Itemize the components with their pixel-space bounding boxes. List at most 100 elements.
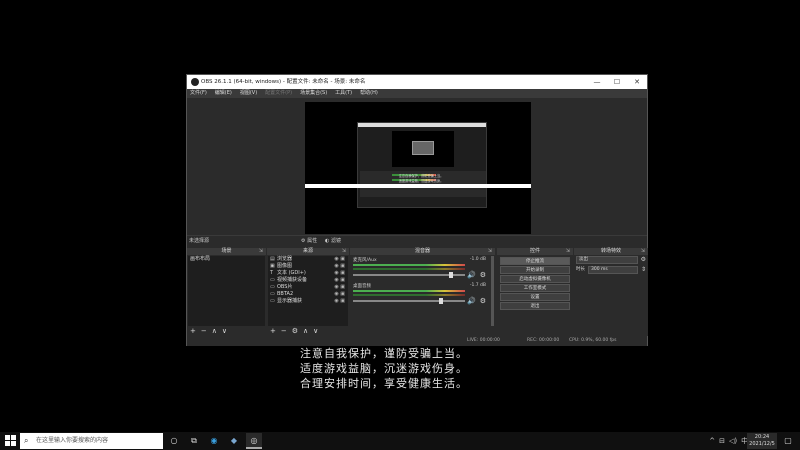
scene-transitions-dock: 转场特效 ⇲ 淡出 ⚙ 时长 300 ms ⇕	[574, 248, 648, 336]
transition-select[interactable]: 淡出	[576, 256, 638, 264]
menu-scene-collection[interactable]: 场景集合(S)	[300, 89, 327, 98]
taskbar-clock[interactable]: 20:24 2021/12/5	[747, 433, 777, 449]
source-item[interactable]: ▭ BBTA2 ◉ ▣	[268, 291, 348, 298]
menu-view[interactable]: 视图(V)	[240, 89, 257, 98]
gear-icon[interactable]: ⚙	[480, 271, 486, 279]
source-item[interactable]: ▭ OBS片 ◉ ▣	[268, 284, 348, 291]
visibility-lock-icons[interactable]: ◉ ▣	[334, 256, 345, 263]
search-placeholder: 在这里输入你要搜索的内容	[36, 437, 109, 444]
nested-obs-capture	[357, 122, 487, 208]
source-name: 浏览器	[277, 256, 293, 262]
windows-start-icon[interactable]	[5, 435, 17, 447]
source-properties-gear-icon[interactable]: ⚙	[292, 327, 298, 336]
maximize-button[interactable]: ☐	[607, 75, 627, 89]
visibility-lock-icons[interactable]: ◉ ▣	[334, 284, 345, 291]
visibility-lock-icons[interactable]: ◉ ▣	[334, 277, 345, 284]
window-title: OBS 26.1.1 (64-bit, windows) - 配置文件: 未命名…	[201, 79, 366, 85]
menu-tools[interactable]: 工具(T)	[335, 89, 352, 98]
taskbar-search-box[interactable]: ⌕ 在这里输入你要搜索的内容	[20, 433, 163, 449]
advisory-line: 注意自我保护，谨防受骗上当。	[300, 347, 468, 360]
start-recording-button[interactable]: 开始录制	[500, 266, 570, 274]
source-item[interactable]: ▣ 图像图 ◉ ▣	[268, 263, 348, 270]
undock-icon[interactable]: ⇲	[641, 248, 645, 255]
scene-item[interactable]: 画布布局	[188, 256, 265, 263]
undock-icon[interactable]: ⇲	[488, 248, 492, 255]
mixer-track-mic: 麦克风/Aux -1.0 dB 🔊 ⚙	[350, 256, 490, 282]
volume-slider[interactable]	[353, 298, 465, 304]
remove-source-button[interactable]: −	[281, 327, 287, 336]
add-source-button[interactable]: +	[270, 327, 276, 336]
volume-slider[interactable]	[353, 272, 465, 278]
menu-file[interactable]: 文件(F)	[190, 89, 207, 98]
source-name: BBTA2	[277, 291, 294, 297]
source-item[interactable]: T 文本 (GDI+) ◉ ▣	[268, 270, 348, 277]
chevron-up-icon[interactable]: ^	[709, 432, 715, 450]
undock-icon[interactable]: ⇲	[259, 248, 263, 255]
network-icon[interactable]: ⊟	[719, 432, 725, 450]
obs-window: OBS 26.1.1 (64-bit, windows) - 配置文件: 未命名…	[186, 74, 648, 346]
advisory-line: 合理安排时间，享受健康生活。	[300, 377, 468, 390]
mixer-dock-title: 混音器	[414, 248, 430, 254]
visibility-lock-icons[interactable]: ◉ ▣	[334, 263, 345, 270]
menu-bar: 文件(F) 编辑(E) 视图(V) 配置文件(P) 场景集合(S) 工具(T) …	[187, 89, 647, 98]
menu-help[interactable]: 帮助(H)	[360, 89, 378, 98]
source-name: 文本 (GDI+)	[277, 270, 306, 276]
volume-meter	[353, 264, 465, 266]
speaker-icon[interactable]: 🔊	[467, 271, 476, 279]
transition-gear-icon[interactable]: ⚙	[641, 255, 646, 265]
track-name: 麦克风/Aux	[353, 258, 377, 263]
preview-canvas[interactable]: 注意自我保护，谨防受骗上当。 适度游戏益脑，沉迷游戏伤身。 合理安排时间，享受健…	[305, 102, 531, 234]
sources-dock: 来源 ⇲ ▤ 浏览器 ◉ ▣ ▣ 图像图 ◉ ▣ T 文本 (GDI+) ◉ ▣ ▭ 视频捕获设备 ◉ …	[267, 248, 349, 336]
settings-button[interactable]: 设置	[500, 293, 570, 301]
volume-icon[interactable]: ◁)	[729, 432, 737, 450]
gear-icon[interactable]: ⚙	[480, 297, 486, 305]
menu-edit[interactable]: 编辑(E)	[215, 89, 232, 98]
visibility-lock-icons[interactable]: ◉ ▣	[334, 298, 345, 305]
undock-icon[interactable]: ⇲	[566, 248, 570, 255]
title-bar[interactable]: OBS 26.1.1 (64-bit, windows) - 配置文件: 未命名…	[187, 75, 647, 89]
sources-dock-title: 来源	[302, 248, 313, 254]
undock-icon[interactable]: ⇲	[342, 248, 346, 255]
menu-profile[interactable]: 配置文件(P)	[265, 89, 292, 98]
close-button[interactable]: ✕	[627, 75, 647, 89]
studio-mode-button[interactable]: 工作室模式	[500, 284, 570, 292]
cortana-icon[interactable]: ○	[166, 433, 182, 449]
source-item[interactable]: ▤ 浏览器 ◉ ▣	[268, 256, 348, 263]
source-type-icon: ▭	[270, 277, 275, 283]
add-scene-button[interactable]: +	[190, 327, 196, 336]
volume-meter	[353, 268, 465, 270]
sources-list: ▤ 浏览器 ◉ ▣ ▣ 图像图 ◉ ▣ T 文本 (GDI+) ◉ ▣ ▭ 视频捕获设备 ◉ ▣ ▭ OB…	[268, 256, 348, 326]
status-bar: LIVE: 00:00:00 REC: 00:00:00 CPU: 0.9%, …	[187, 336, 647, 346]
obs-app-icon	[191, 78, 199, 86]
move-up-button[interactable]: ∧	[212, 327, 217, 336]
duration-stepper-icon[interactable]: ⇕	[641, 265, 646, 275]
mixer-track-desktop: 桌面音频 -1.7 dB 🔊 ⚙	[350, 282, 490, 308]
visibility-lock-icons[interactable]: ◉ ▣	[334, 270, 345, 277]
source-type-icon: T	[270, 270, 274, 276]
exit-button[interactable]: 退出	[500, 302, 570, 310]
stop-streaming-button[interactable]: 停止推流	[500, 257, 570, 265]
scenes-dock-title: 场景	[221, 248, 232, 254]
notification-icon[interactable]: ▢	[780, 433, 796, 449]
move-down-button[interactable]: ∨	[222, 327, 227, 336]
duration-label: 时长	[576, 267, 585, 272]
source-item[interactable]: ▭ 视频捕获设备 ◉ ▣	[268, 277, 348, 284]
task-view-icon[interactable]: ⧉	[186, 433, 202, 449]
speaker-icon[interactable]: 🔊	[467, 297, 476, 305]
remove-scene-button[interactable]: −	[201, 327, 207, 336]
edge-icon[interactable]: ◉	[206, 433, 222, 449]
source-name: 图像图	[277, 263, 293, 269]
duration-input[interactable]: 300 ms	[588, 266, 638, 274]
minimize-button[interactable]: —	[587, 75, 607, 89]
obs-taskbar-icon[interactable]: ◎	[246, 433, 262, 449]
move-down-button[interactable]: ∨	[313, 327, 318, 336]
move-up-button[interactable]: ∧	[303, 327, 308, 336]
scrollbar[interactable]	[491, 256, 494, 326]
start-virtual-camera-button[interactable]: 启动虚拟摄像机	[500, 275, 570, 283]
steam-icon[interactable]: ◆	[226, 433, 242, 449]
properties-button[interactable]: ⚙ 属性	[301, 236, 317, 246]
source-type-icon: ▤	[270, 256, 275, 262]
visibility-lock-icons[interactable]: ◉ ▣	[334, 291, 345, 298]
source-item[interactable]: ▭ 显示器捕获 ◉ ▣	[268, 298, 348, 305]
filters-button[interactable]: ◐ 滤镜	[325, 236, 341, 246]
